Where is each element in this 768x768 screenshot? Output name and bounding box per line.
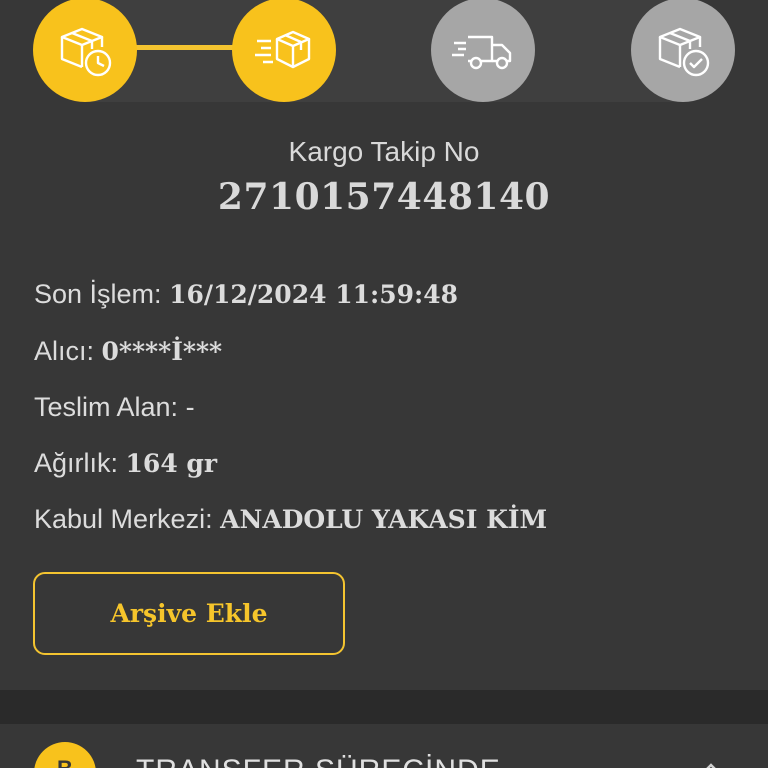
recipient-value: 0****İ***	[101, 337, 223, 366]
tracking-number: 2710157448140	[217, 176, 551, 218]
delivery-truck-icon	[452, 35, 512, 70]
detail-recipient: Alıcı: 0****İ***	[34, 336, 222, 367]
last-action-label: Son İşlem:	[34, 279, 170, 309]
tracking-number-label: Kargo Takip No	[288, 136, 480, 167]
step-out-for-delivery	[431, 0, 535, 102]
progress-track	[86, 0, 681, 102]
add-to-archive-label: Arşive Ekle	[110, 599, 268, 628]
status-card[interactable]: B TRANSFER SÜRECİNDE	[0, 724, 768, 768]
acceptance-center-label: Kabul Merkezi:	[34, 504, 221, 534]
section-divider	[0, 690, 768, 724]
add-to-archive-button[interactable]: Arşive Ekle	[33, 572, 345, 655]
package-clock-icon	[60, 27, 112, 77]
acceptance-center-value: ANADOLU YAKASI KİM	[220, 505, 548, 534]
weight-value: 164 gr	[125, 449, 218, 478]
detail-acceptance-center: Kabul Merkezi: ANADOLU YAKASI KİM	[34, 504, 547, 535]
step-in-transit	[232, 0, 336, 102]
chevron-up-icon[interactable]	[700, 758, 722, 768]
status-badge: B	[34, 742, 96, 768]
detail-delivered-to: Teslim Alan: -	[34, 392, 195, 423]
status-title: TRANSFER SÜRECİNDE	[136, 754, 501, 768]
step-received	[33, 0, 137, 102]
recipient-label: Alıcı:	[34, 336, 102, 366]
delivered-to-label: Teslim Alan:	[34, 392, 186, 422]
detail-last-action: Son İşlem: 16/12/2024 11:59:48	[34, 279, 458, 310]
package-moving-icon	[255, 30, 311, 69]
last-action-value: 16/12/2024 11:59:48	[169, 280, 459, 309]
package-check-icon	[658, 27, 710, 77]
step-delivered	[631, 0, 735, 102]
shipment-progress	[0, 0, 768, 102]
delivered-to-value: -	[185, 392, 195, 422]
weight-label: Ağırlık:	[34, 448, 126, 478]
detail-weight: Ağırlık: 164 gr	[34, 448, 217, 479]
